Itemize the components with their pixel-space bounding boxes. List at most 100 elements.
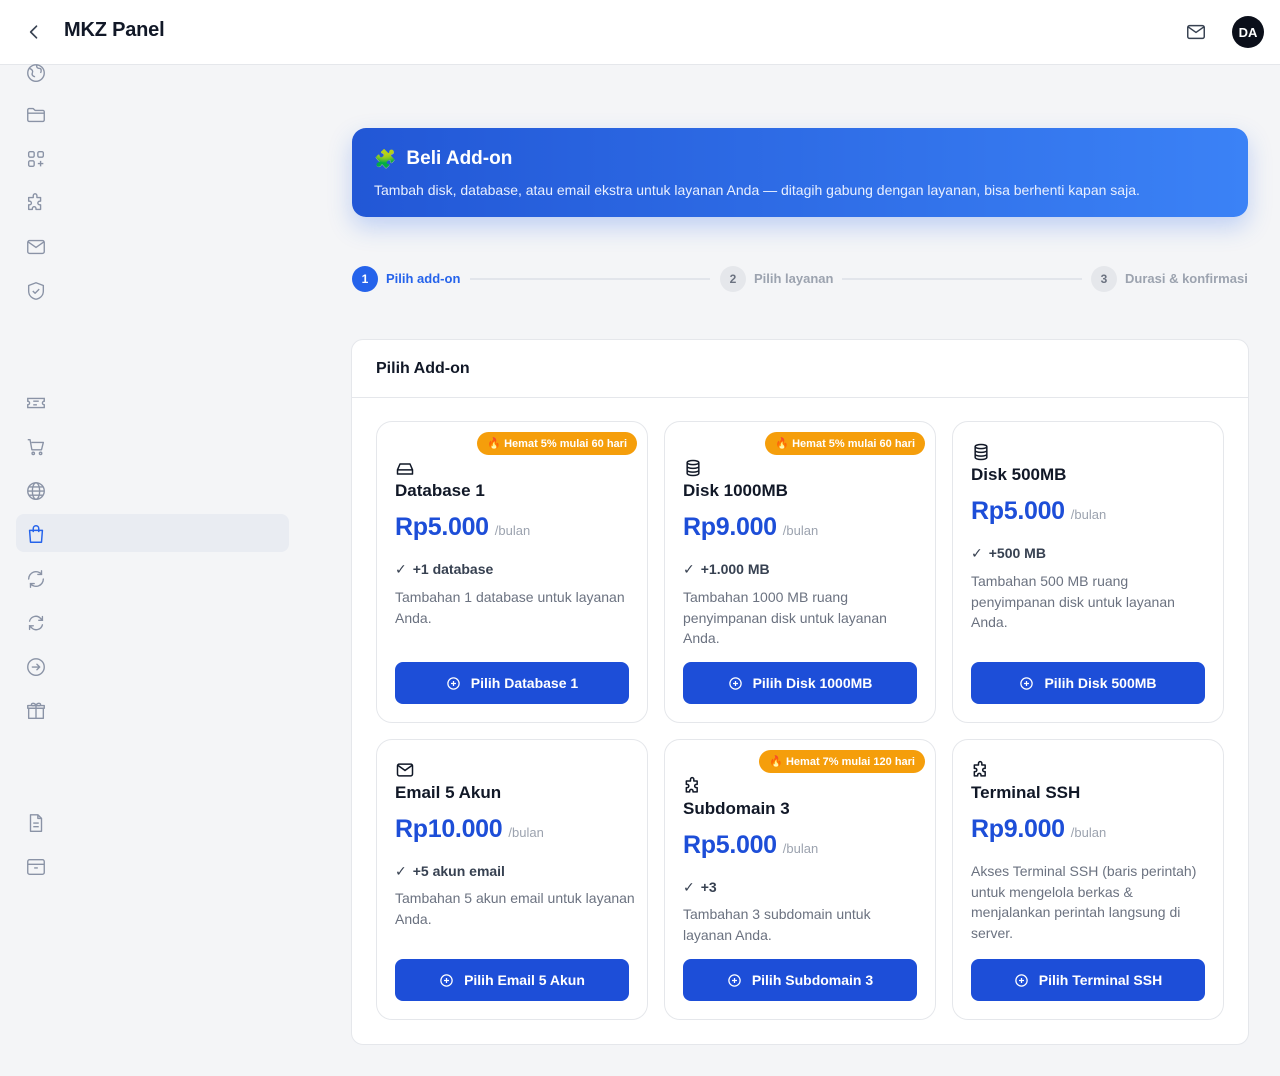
panel-title: Pilih Add-on bbox=[352, 340, 1248, 398]
button-label: Pilih Email 5 Akun bbox=[464, 972, 585, 988]
addon-card: 🔥 Hemat 7% mulai 120 hari Subdomain 3 Rp… bbox=[664, 739, 936, 1020]
addon-description: Tambahan 3 subdomain untuk layanan Anda. bbox=[683, 906, 871, 943]
stepper: 1 Pilih add-on 2 Pilih layanan 3 Durasi … bbox=[352, 265, 1248, 293]
addon-feature: ✓ +1 database bbox=[395, 561, 493, 578]
step-connector bbox=[470, 278, 710, 280]
addon-description: Tambahan 5 akun email untuk layanan Anda… bbox=[395, 890, 635, 927]
plus-circle-icon bbox=[1020, 676, 1034, 690]
cart-icon bbox=[27, 438, 45, 456]
hero-title: Beli Add-on bbox=[406, 148, 513, 169]
globe-icon bbox=[27, 64, 45, 82]
sidebar-item-domains[interactable] bbox=[16, 471, 289, 509]
addon-price: Rp5.000 /bulan bbox=[683, 831, 818, 860]
step-1-label: Pilih add-on bbox=[386, 271, 461, 286]
hero-subtitle: Tambah disk, database, atau email ekstra… bbox=[374, 182, 1140, 198]
addon-description: Tambahan 500 MB ruang penyimpanan disk u… bbox=[971, 573, 1175, 630]
mail-icon bbox=[27, 239, 45, 255]
addon-name: Email 5 Akun bbox=[395, 783, 502, 802]
sidebar-item-sync[interactable] bbox=[16, 603, 289, 641]
puzzle-icon bbox=[973, 760, 986, 777]
select-addon-button[interactable]: Pilih Terminal SSH bbox=[971, 959, 1205, 1001]
price-amount: Rp5.000 bbox=[971, 497, 1065, 525]
addon-feature: ✓ +1.000 MB bbox=[683, 561, 770, 578]
plus-circle-icon bbox=[728, 676, 742, 690]
hero-title-row: 🧩 Beli Add-on bbox=[374, 148, 512, 170]
price-period: /bulan bbox=[782, 523, 819, 538]
app-title: MKZ Panel bbox=[64, 19, 165, 41]
check-icon: ✓ bbox=[971, 545, 983, 561]
price-amount: Rp9.000 bbox=[683, 513, 777, 541]
price-period: /bulan bbox=[508, 825, 544, 840]
database-icon bbox=[686, 459, 700, 477]
addon-price: Rp9.000 /bulan bbox=[683, 513, 818, 542]
sidebar-item-shop[interactable] bbox=[16, 514, 289, 552]
folder-icon bbox=[27, 107, 45, 123]
sidebar bbox=[0, 64, 300, 1076]
shield-icon bbox=[27, 282, 45, 300]
check-icon: ✓ bbox=[395, 863, 407, 879]
price-period: /bulan bbox=[782, 841, 819, 856]
step-1-number: 1 bbox=[352, 266, 378, 292]
select-addon-button[interactable]: Pilih Subdomain 3 bbox=[683, 959, 917, 1001]
sidebar-item-files[interactable] bbox=[16, 95, 289, 133]
addon-price: Rp5.000 /bulan bbox=[395, 513, 530, 542]
sidebar-item-transfer[interactable] bbox=[16, 647, 289, 685]
addon-feature: ✓ +3 bbox=[683, 879, 717, 896]
discount-badge: 🔥 Hemat 5% mulai 60 hari bbox=[765, 432, 925, 455]
sidebar-item-globe[interactable] bbox=[16, 53, 289, 91]
check-icon: ✓ bbox=[395, 561, 407, 577]
refresh-icon bbox=[27, 570, 45, 588]
puzzle-icon bbox=[685, 776, 698, 793]
sidebar-item-cart[interactable] bbox=[16, 427, 289, 465]
sidebar-item-email[interactable] bbox=[16, 227, 289, 265]
plus-circle-icon bbox=[440, 973, 453, 987]
sidebar-item-tickets[interactable] bbox=[16, 383, 289, 421]
select-addon-button[interactable]: Pilih Email 5 Akun bbox=[395, 959, 629, 1001]
discount-badge: 🔥 Hemat 5% mulai 60 hari bbox=[477, 432, 637, 455]
archive-icon bbox=[27, 858, 45, 876]
sync-icon bbox=[28, 615, 44, 631]
addon-description: Tambahan 1 database untuk layanan Anda. bbox=[395, 589, 625, 626]
addon-description: Akses Terminal SSH (baris perintah) untu… bbox=[971, 863, 1197, 941]
avatar[interactable]: DA bbox=[1232, 16, 1264, 48]
addon-card: 🔥 Hemat 5% mulai 60 hari Database 1 Rp5.… bbox=[376, 421, 648, 723]
step-connector bbox=[842, 278, 1082, 280]
puzzle-emoji-icon: 🧩 bbox=[374, 148, 397, 169]
feature-text: +3 bbox=[700, 879, 717, 895]
database-icon bbox=[974, 443, 988, 461]
addon-card: Terminal SSH Rp9.000 /bulan Akses Termin… bbox=[952, 739, 1224, 1020]
sidebar-item-renew[interactable] bbox=[16, 559, 289, 597]
sidebar-item-security[interactable] bbox=[16, 271, 289, 309]
sidebar-item-rewards[interactable] bbox=[16, 691, 289, 729]
price-period: /bulan bbox=[494, 523, 531, 538]
mail-icon[interactable] bbox=[1185, 21, 1207, 43]
price-amount: Rp10.000 bbox=[395, 815, 503, 843]
puzzle-icon bbox=[27, 193, 42, 211]
addon-name: Database 1 bbox=[395, 481, 485, 500]
price-amount: Rp5.000 bbox=[683, 831, 777, 859]
select-addon-button[interactable]: Pilih Database 1 bbox=[395, 662, 629, 704]
step-3-number: 3 bbox=[1091, 266, 1117, 292]
plus-circle-icon bbox=[447, 676, 460, 690]
select-addon-button[interactable]: Pilih Disk 1000MB bbox=[683, 662, 917, 704]
price-period: /bulan bbox=[1070, 825, 1107, 840]
sidebar-item-archive[interactable] bbox=[16, 847, 289, 885]
feature-text: +1.000 MB bbox=[700, 561, 770, 577]
sidebar-item-invoices[interactable] bbox=[16, 803, 289, 841]
addon-price: Rp5.000 /bulan bbox=[971, 497, 1106, 526]
addon-feature: ✓ +5 akun email bbox=[395, 863, 505, 880]
button-label: Pilih Disk 500MB bbox=[1044, 675, 1157, 691]
sidebar-item-apps[interactable] bbox=[16, 139, 289, 177]
check-icon: ✓ bbox=[683, 561, 695, 577]
ticket-icon bbox=[27, 397, 45, 409]
step-2-number: 2 bbox=[720, 266, 746, 292]
plus-circle-icon bbox=[728, 973, 741, 987]
step-3-label: Durasi & konfirmasi bbox=[1125, 271, 1248, 286]
addon-name: Disk 500MB bbox=[971, 465, 1067, 484]
drive-icon bbox=[396, 463, 414, 475]
addon-name: Subdomain 3 bbox=[683, 799, 790, 818]
document-icon bbox=[29, 814, 43, 832]
back-arrow-icon[interactable] bbox=[22, 20, 46, 44]
sidebar-item-addons[interactable] bbox=[16, 183, 289, 221]
select-addon-button[interactable]: Pilih Disk 500MB bbox=[971, 662, 1205, 704]
